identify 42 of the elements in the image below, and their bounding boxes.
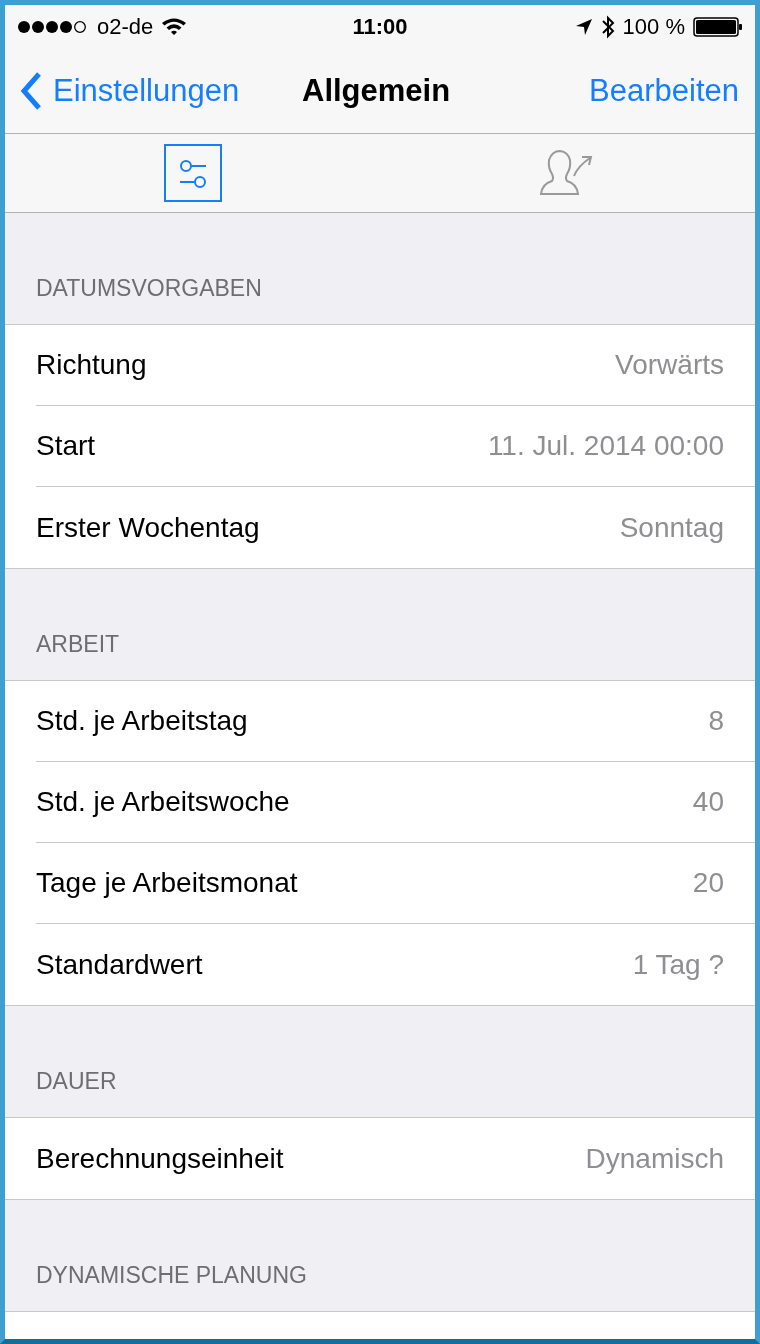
row-value: 8 — [708, 705, 724, 737]
section-header: ARBEIT — [36, 631, 120, 658]
row-label: Start — [36, 430, 96, 462]
settings-row[interactable]: Tage je Arbeitsmonat 20 — [36, 843, 755, 924]
row-label: Tage je Arbeitsmonat — [36, 867, 298, 899]
status-time: 11:00 — [352, 13, 408, 40]
settings-row[interactable]: Std. je Arbeitswoche 40 — [36, 762, 755, 843]
battery-percent: 100 % — [622, 13, 685, 40]
row-value: 20 — [692, 867, 724, 899]
back-button[interactable]: Einstellungen — [19, 70, 240, 111]
settings-row[interactable]: Erster Wochentag Sonntag — [36, 487, 755, 568]
row-label: Richtung — [36, 349, 147, 381]
location-arrow-icon — [574, 17, 593, 36]
section-header: DAUER — [36, 1068, 117, 1095]
row-value: Dynamisch — [585, 1142, 724, 1175]
bluetooth-icon — [600, 14, 615, 39]
back-label: Einstellungen — [53, 72, 240, 109]
signal-icon — [17, 19, 89, 34]
row-value: 1 Tag ? — [632, 948, 724, 981]
settings-row[interactable]: Standardwert 1 Tag ? — [36, 924, 755, 1005]
row-value: 11. Jul. 2014 00:00 — [487, 430, 724, 462]
settings-tab[interactable] — [163, 144, 222, 202]
row-value: Sonntag — [619, 511, 724, 544]
row-label: Std. je Arbeitswoche — [36, 786, 290, 818]
settings-row[interactable]: Berechnungseinheit Dynamisch — [36, 1118, 755, 1199]
section-header: DATUMSVORGABEN — [36, 275, 262, 302]
row-value: Vorwärts — [615, 349, 724, 381]
row-value: 40 — [692, 786, 724, 818]
row-label: Berechnungseinheit — [36, 1142, 284, 1175]
chevron-left-icon — [19, 70, 43, 111]
row-label: Standardwert — [36, 948, 203, 981]
wifi-icon — [161, 17, 188, 36]
row-label: Erster Wochentag — [36, 511, 260, 544]
settings-row[interactable]: Richtung Vorwärts — [36, 325, 755, 406]
section-header: DYNAMISCHE PLANUNG — [36, 1262, 307, 1289]
row-label: Std. je Arbeitstag — [36, 705, 248, 737]
nav-title: Allgemein — [302, 72, 451, 109]
settings-row[interactable]: Std. je Arbeitstag 8 — [36, 681, 755, 762]
battery-icon — [693, 16, 743, 37]
edit-button[interactable]: Bearbeiten — [589, 72, 739, 109]
settings-row[interactable]: Start 11. Jul. 2014 00:00 — [36, 406, 755, 487]
carrier-name: o2-de — [97, 13, 154, 40]
